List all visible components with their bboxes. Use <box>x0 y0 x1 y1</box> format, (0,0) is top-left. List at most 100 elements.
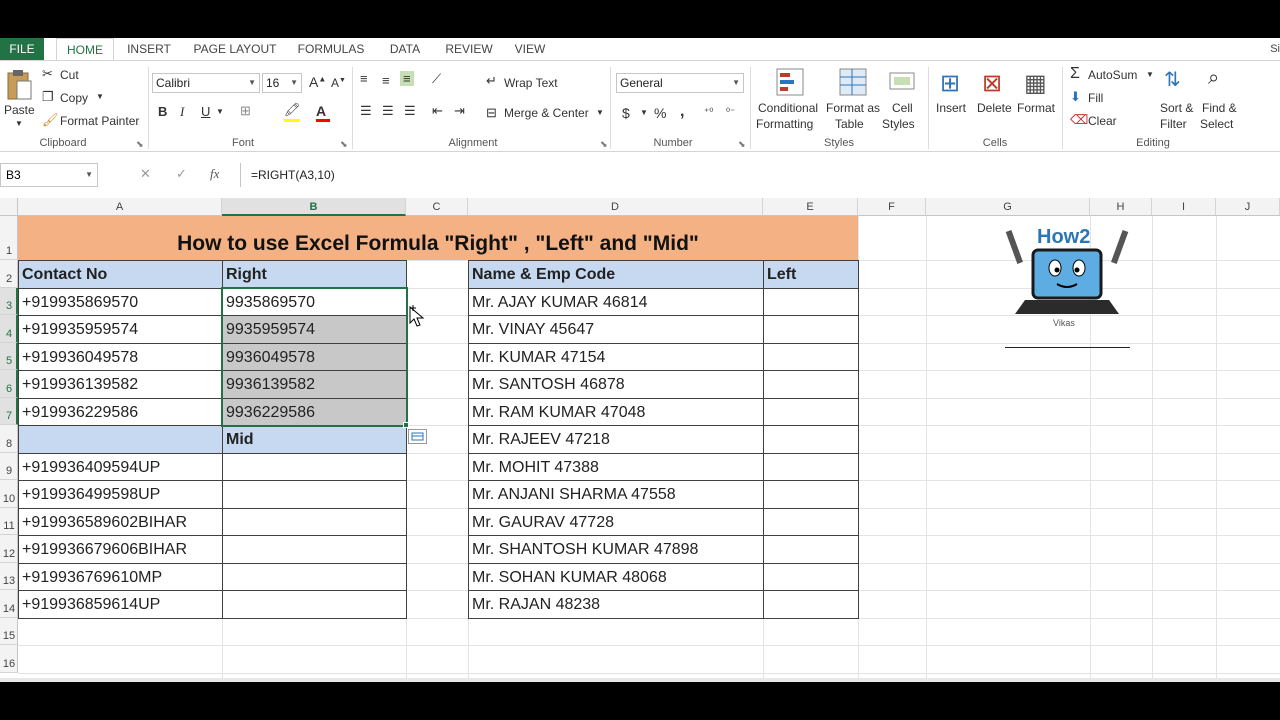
number-launcher-icon[interactable]: ⬊ <box>738 139 746 150</box>
column-header-f[interactable]: F <box>858 198 926 216</box>
decrease-indent-icon[interactable]: ⇤ <box>432 103 443 119</box>
tab-formulas[interactable]: FORMULAS <box>295 38 367 60</box>
row-header-7[interactable]: 7 <box>0 398 18 425</box>
font-launcher-icon[interactable]: ⬊ <box>340 139 348 150</box>
delete-cells-button[interactable]: ⊠ Delete <box>976 67 1016 133</box>
merge-center-button[interactable]: Merge & Center <box>504 106 589 120</box>
increase-indent-icon[interactable]: ⇥ <box>454 103 465 119</box>
column-header-b[interactable]: B <box>222 198 406 216</box>
contact-cell[interactable]: +919936589602BIHAR <box>18 508 223 536</box>
left-cell[interactable] <box>763 535 859 564</box>
cut-button[interactable]: Cut <box>60 68 79 82</box>
column-header-h[interactable]: H <box>1090 198 1152 216</box>
italic-button[interactable]: I <box>180 104 184 120</box>
borders-icon[interactable]: ⊞ <box>240 103 251 119</box>
contact-cell[interactable]: +919935959574 <box>18 315 223 344</box>
fill-color-icon[interactable]: 🖍 <box>284 102 301 118</box>
left-cell[interactable] <box>763 370 859 399</box>
row-header-14[interactable]: 14 <box>0 590 18 618</box>
enter-icon[interactable]: ✓ <box>176 166 187 182</box>
column-header-c[interactable]: C <box>406 198 468 216</box>
row-header-4[interactable]: 4 <box>0 315 18 343</box>
increase-decimal-icon[interactable]: ⁺⁰ <box>704 107 713 118</box>
percent-button[interactable]: % <box>654 105 666 121</box>
mid-cell[interactable] <box>222 480 407 509</box>
copy-button[interactable]: Copy <box>60 91 88 105</box>
contact-cell[interactable]: +919935869570 <box>18 288 223 316</box>
left-cell[interactable] <box>763 453 859 481</box>
name-emp-code-cell[interactable]: Mr. RAJEEV 47218 <box>468 425 764 454</box>
name-emp-code-cell[interactable]: Mr. MOHIT 47388 <box>468 453 764 481</box>
alignment-launcher-icon[interactable]: ⬊ <box>600 139 608 150</box>
tab-view[interactable]: VIEW <box>510 38 550 60</box>
name-box[interactable]: B3 ▼ <box>0 163 98 187</box>
signin-link[interactable]: Si <box>1270 38 1280 60</box>
shrink-font-icon[interactable]: A▼ <box>331 76 346 90</box>
mid-cell[interactable] <box>222 535 407 564</box>
row-header-10[interactable]: 10 <box>0 480 18 508</box>
decrease-decimal-icon[interactable]: ⁰⁻ <box>726 107 735 118</box>
align-center-icon[interactable]: ☰ <box>382 103 394 119</box>
row-header-5[interactable]: 5 <box>0 343 18 370</box>
fill-button[interactable]: Fill <box>1088 91 1103 105</box>
header-contact-no[interactable]: Contact No <box>18 260 223 289</box>
row-header-16[interactable]: 16 <box>0 645 18 673</box>
currency-button[interactable]: $ <box>622 105 630 121</box>
font-name-select[interactable]: Calibri ▼ <box>152 73 260 93</box>
row-header-2[interactable]: 2 <box>0 260 18 288</box>
insert-function-icon[interactable]: fx <box>210 166 219 182</box>
format-cells-button[interactable]: ▦ Format <box>1016 67 1060 133</box>
font-size-select[interactable]: 16 ▼ <box>262 73 302 93</box>
tab-insert[interactable]: INSERT <box>124 38 174 60</box>
name-emp-code-cell[interactable]: Mr. RAJAN 48238 <box>468 590 764 619</box>
comma-button[interactable]: , <box>680 103 684 121</box>
left-cell[interactable] <box>763 590 859 619</box>
column-header-a[interactable]: A <box>18 198 222 216</box>
autosum-button[interactable]: AutoSum <box>1088 68 1137 82</box>
paste-button[interactable]: Paste ▼ <box>3 67 35 131</box>
left-cell[interactable] <box>763 563 859 591</box>
empty-header-cell[interactable] <box>18 425 223 454</box>
row-header-1[interactable]: 1 <box>0 216 18 260</box>
left-cell[interactable] <box>763 425 859 454</box>
contact-cell[interactable]: +919936139582 <box>18 370 223 399</box>
cell-styles-button[interactable]: Cell Styles <box>882 67 926 133</box>
sort-filter-button[interactable]: ⇅ Sort & Filter <box>1158 67 1202 133</box>
formula-input[interactable]: =RIGHT(A3,10) <box>240 163 1280 187</box>
header-right[interactable]: Right <box>222 260 407 289</box>
tab-home[interactable]: HOME <box>56 38 114 60</box>
row-header-15[interactable]: 15 <box>0 618 18 645</box>
align-left-icon[interactable]: ☰ <box>360 103 372 119</box>
align-right-icon[interactable]: ☰ <box>404 103 416 119</box>
format-as-table-button[interactable]: Format as Table <box>826 67 882 133</box>
mid-cell[interactable] <box>222 453 407 481</box>
name-emp-code-cell[interactable]: Mr. SHANTOSH KUMAR 47898 <box>468 535 764 564</box>
row-header-11[interactable]: 11 <box>0 508 18 535</box>
insert-cells-button[interactable]: ⊞ Insert <box>934 67 974 133</box>
number-format-select[interactable]: General ▼ <box>616 73 744 93</box>
name-emp-code-cell[interactable]: Mr. KUMAR 47154 <box>468 343 764 371</box>
left-cell[interactable] <box>763 480 859 509</box>
left-cell[interactable] <box>763 343 859 371</box>
cancel-icon[interactable]: ✕ <box>140 166 151 182</box>
header-name-emp-code[interactable]: Name & Emp Code <box>468 260 764 289</box>
clipboard-launcher-icon[interactable]: ⬊ <box>136 139 144 150</box>
conditional-formatting-button[interactable]: Conditional Formatting <box>756 67 822 133</box>
format-painter-button[interactable]: Format Painter <box>60 114 139 128</box>
tab-review[interactable]: REVIEW <box>443 38 495 60</box>
select-all-button[interactable] <box>0 198 18 216</box>
row-header-3[interactable]: 3 <box>0 288 18 315</box>
tab-file[interactable]: FILE <box>0 38 44 60</box>
horizontal-scrollbar[interactable] <box>0 678 1280 682</box>
name-emp-code-cell[interactable]: Mr. AJAY KUMAR 46814 <box>468 288 764 316</box>
row-header-9[interactable]: 9 <box>0 453 18 480</box>
mid-cell[interactable] <box>222 590 407 619</box>
find-select-button[interactable]: ⌕ Find & Select <box>1200 67 1244 133</box>
left-cell[interactable] <box>763 288 859 316</box>
align-bottom-icon[interactable]: ≡ <box>400 71 414 86</box>
fill-handle[interactable] <box>403 422 409 428</box>
contact-cell[interactable]: +919936859614UP <box>18 590 223 619</box>
sheet-title[interactable]: How to use Excel Formula "Right" , "Left… <box>18 216 858 260</box>
mid-cell[interactable] <box>222 508 407 536</box>
row-header-12[interactable]: 12 <box>0 535 18 563</box>
